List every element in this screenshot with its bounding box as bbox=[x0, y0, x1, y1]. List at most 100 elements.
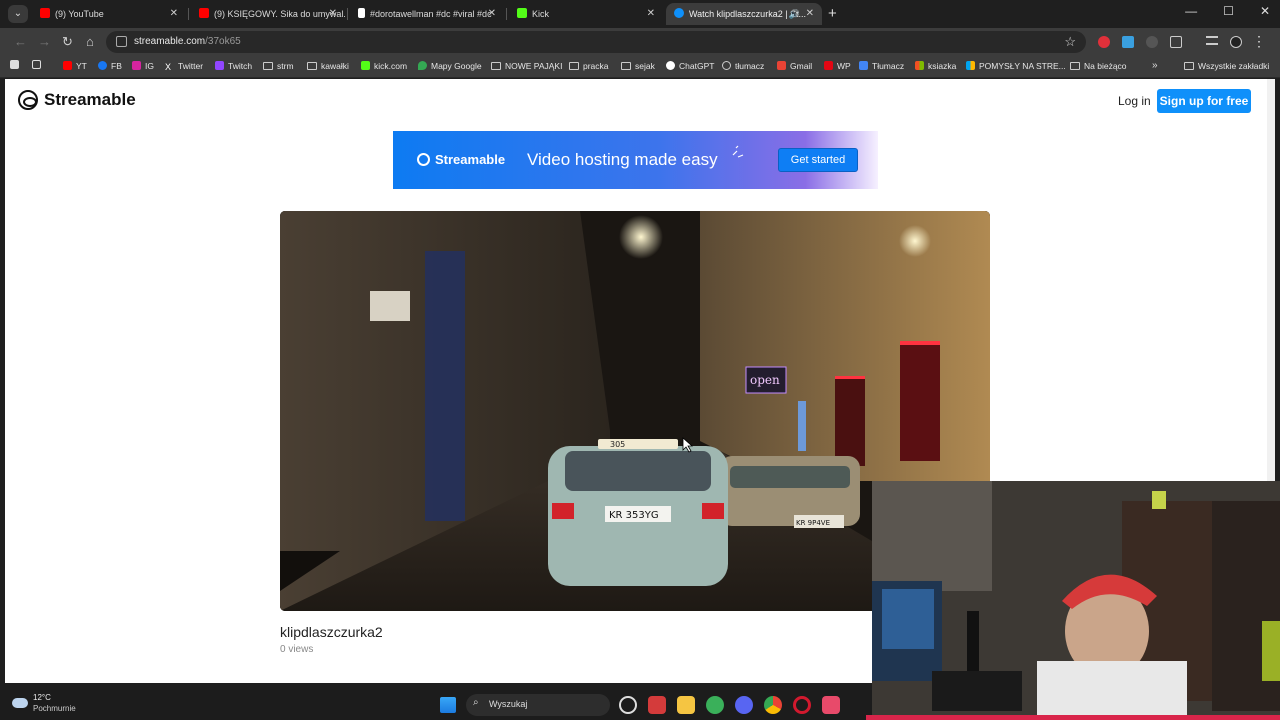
extensions-puzzle-icon[interactable] bbox=[1170, 36, 1182, 48]
bookmark-label: pracka bbox=[583, 61, 609, 71]
close-icon[interactable]: ✕ bbox=[806, 3, 814, 25]
search-icon: ⌕ bbox=[473, 697, 479, 708]
ad-logo: Streamable bbox=[417, 152, 505, 167]
ad-tagline: Video hosting made easy bbox=[527, 150, 718, 169]
back-icon[interactable]: ← bbox=[14, 34, 27, 49]
address-path: /37ok65 bbox=[205, 36, 241, 47]
all-bookmarks[interactable]: Wszystkie zakładki bbox=[1184, 61, 1269, 71]
bmw-plate: KR 9P4VE bbox=[796, 519, 830, 527]
bookmark-label: NOWE PAJĄKI bbox=[505, 61, 563, 71]
tab-kick[interactable]: Kick ✕ bbox=[509, 3, 663, 25]
discord-icon[interactable] bbox=[735, 696, 753, 714]
menu-icon[interactable]: ⋮ bbox=[1252, 33, 1266, 50]
maximize-icon[interactable]: ☐ bbox=[1223, 4, 1234, 18]
close-window-icon[interactable]: ✕ bbox=[1260, 4, 1270, 18]
bookmark-gmail[interactable]: Gmail bbox=[777, 61, 812, 71]
reload-icon[interactable]: ↻ bbox=[62, 34, 73, 50]
app-icon[interactable] bbox=[619, 696, 637, 714]
bookmark-chatgpt[interactable]: ChatGPT bbox=[666, 61, 714, 71]
app-icon[interactable] bbox=[648, 696, 666, 714]
bookmark-label: Twitch bbox=[228, 61, 253, 71]
bookmark-folder-sejak[interactable]: sejak bbox=[621, 61, 655, 71]
tab-title: (9) KSIĘGOWY. Sika do umywal... bbox=[214, 9, 345, 19]
app-icon[interactable] bbox=[822, 696, 840, 714]
chrome-icon[interactable] bbox=[764, 696, 782, 714]
bookmark-folder-pajaki[interactable]: NOWE PAJĄKI bbox=[491, 61, 562, 71]
bookmark-yt[interactable]: YT bbox=[63, 61, 87, 71]
tab-separator bbox=[506, 8, 507, 20]
extension-icon[interactable] bbox=[1146, 36, 1158, 48]
address-bar[interactable]: streamable.com/37ok65 ☆ bbox=[106, 31, 1086, 53]
minimize-icon[interactable]: — bbox=[1185, 4, 1197, 18]
tab-youtube[interactable]: (9) YouTube ✕ bbox=[32, 3, 186, 25]
bookmark-translate[interactable]: Tłumacz bbox=[859, 61, 904, 71]
bookmark-twitter[interactable]: X Twitter bbox=[165, 61, 203, 72]
bookmark-label: tłumacz bbox=[735, 61, 765, 71]
bookmark-folder-strm[interactable]: strm bbox=[263, 61, 294, 71]
bookmark-wp[interactable]: WP bbox=[824, 61, 851, 71]
bookmark-folder-pracka[interactable]: pracka bbox=[569, 61, 609, 71]
bookmark-label: kick.com bbox=[374, 61, 408, 71]
tab-ksiegowy[interactable]: (9) KSIĘGOWY. Sika do umywal... ✕ bbox=[191, 3, 345, 25]
bookmark-ig[interactable]: IG bbox=[132, 61, 154, 71]
bookmark-folder-kawalki[interactable]: kawałki bbox=[307, 61, 349, 71]
webcam-frame bbox=[872, 481, 1280, 720]
weather-temperature[interactable]: 12°C bbox=[33, 693, 51, 702]
record-extension-icon[interactable] bbox=[1098, 36, 1110, 48]
speaker-icon[interactable]: 🔊 bbox=[789, 3, 800, 25]
bookmark-fb[interactable]: FB bbox=[98, 61, 122, 71]
bookmark-star-icon[interactable]: ☆ bbox=[1064, 34, 1076, 50]
kick-icon bbox=[361, 61, 370, 70]
map-pin-icon bbox=[418, 61, 427, 70]
folder-icon bbox=[569, 62, 579, 70]
streamable-logo[interactable]: Streamable bbox=[18, 90, 136, 110]
tab-search-button[interactable]: ⌄ bbox=[8, 5, 28, 23]
bookmark-label: FB bbox=[111, 61, 122, 71]
site-info-icon[interactable] bbox=[116, 36, 127, 47]
file-explorer-icon[interactable] bbox=[677, 696, 695, 714]
tab-tiktok[interactable]: #dorotawellman #dc #viral #dc ✕ bbox=[350, 3, 504, 25]
folder-icon bbox=[1070, 62, 1080, 70]
tab-streamable[interactable]: Watch klipdlaszczurka2 | St... 🔊 ✕ bbox=[666, 3, 822, 25]
new-tab-button[interactable]: + bbox=[828, 5, 837, 22]
apps-grid-icon[interactable] bbox=[32, 60, 45, 70]
get-started-button[interactable]: Get started bbox=[778, 148, 858, 172]
signup-button[interactable]: Sign up for free bbox=[1157, 89, 1251, 113]
login-link[interactable]: Log in bbox=[1118, 94, 1151, 108]
bookmark-folder-nabiezaco[interactable]: Na bieżąco bbox=[1070, 61, 1127, 71]
gmail-icon bbox=[777, 61, 786, 70]
neon-sign-text: open bbox=[750, 373, 780, 387]
bookmark-maps[interactable]: Mapy Google bbox=[418, 61, 482, 71]
taskbar-search[interactable]: ⌕ Wyszukaj bbox=[466, 694, 610, 716]
home-icon[interactable]: ⌂ bbox=[86, 34, 94, 49]
bookmark-kick[interactable]: kick.com bbox=[361, 61, 407, 71]
close-icon[interactable]: ✕ bbox=[170, 3, 178, 25]
infinity-logo-icon bbox=[18, 90, 38, 110]
mouse-cursor-icon bbox=[682, 437, 694, 453]
extension-icon[interactable] bbox=[1122, 36, 1134, 48]
chevron-double-right-icon[interactable]: » bbox=[1152, 60, 1158, 71]
instagram-icon bbox=[132, 61, 141, 70]
opera-icon[interactable] bbox=[793, 696, 811, 714]
bookmark-tlumacz[interactable]: tłumacz bbox=[722, 61, 764, 71]
close-icon[interactable]: ✕ bbox=[329, 3, 337, 25]
bookmark-twitch[interactable]: Twitch bbox=[215, 61, 252, 71]
bookmark-label: Na bieżąco bbox=[1084, 61, 1127, 71]
reading-list-icon[interactable] bbox=[10, 60, 23, 70]
media-controls-icon[interactable] bbox=[1206, 36, 1218, 45]
ad-banner[interactable]: Streamable Video hosting made easy Get s… bbox=[393, 131, 878, 189]
tab-separator bbox=[188, 8, 189, 20]
app-icon[interactable] bbox=[706, 696, 724, 714]
bookmark-ksiazka[interactable]: ksiazka bbox=[915, 61, 956, 71]
windows-start-icon[interactable] bbox=[440, 697, 456, 713]
bookmark-pomysly[interactable]: POMYSŁY NA STRE... bbox=[966, 61, 1066, 71]
weather-description[interactable]: Pochmurnie bbox=[33, 704, 76, 713]
close-icon[interactable]: ✕ bbox=[647, 3, 655, 25]
cloud-icon[interactable] bbox=[12, 698, 28, 708]
profile-avatar[interactable] bbox=[1230, 36, 1242, 48]
video-views: 0 views bbox=[280, 644, 314, 655]
folder-icon bbox=[491, 62, 501, 70]
close-icon[interactable]: ✕ bbox=[488, 3, 496, 25]
forward-icon[interactable]: → bbox=[38, 34, 51, 49]
bookmark-label: Wszystkie zakładki bbox=[1198, 61, 1270, 71]
